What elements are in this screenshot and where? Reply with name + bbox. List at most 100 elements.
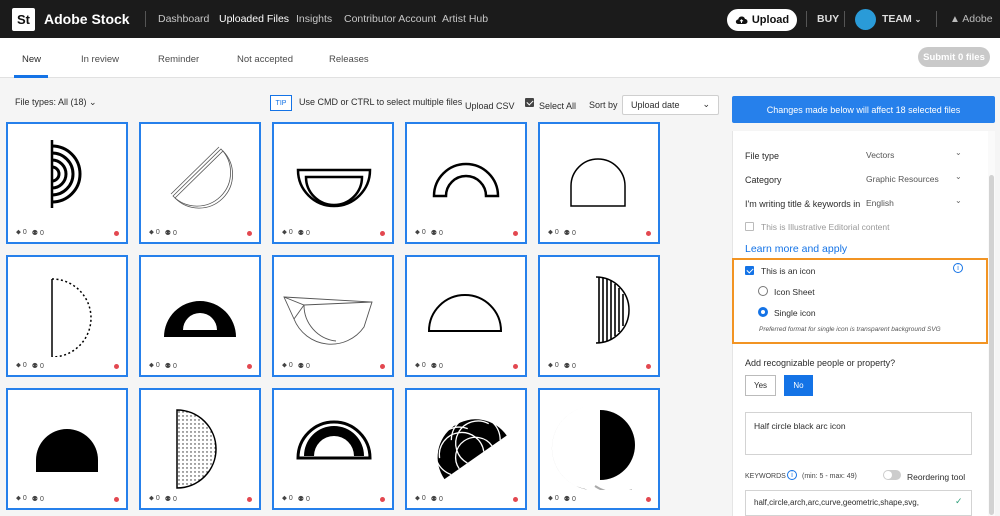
nav-insights[interactable]: Insights <box>296 13 332 25</box>
file-type-select[interactable]: Vectors <box>866 150 894 160</box>
keywords-input[interactable]: half,circle,arch,arc,curve,geometric,sha… <box>745 490 972 516</box>
title-textarea[interactable]: Half circle black arc icon <box>745 412 972 455</box>
file-tile[interactable]: ⬥ 0 ⚉ 0 <box>272 122 394 244</box>
chevron-down-icon[interactable]: ⌄ <box>955 196 962 205</box>
icon-sheet-radio[interactable] <box>758 286 768 296</box>
people-icon: ⚉ 0 <box>430 496 443 503</box>
outlined-bowl-icon <box>296 168 372 208</box>
people-yes-button[interactable]: Yes <box>745 375 776 396</box>
people-count: 0 <box>439 230 443 237</box>
people-question: Add recognizable people or property? <box>745 358 896 368</box>
language-select[interactable]: English <box>866 198 894 208</box>
reordering-toggle[interactable] <box>883 470 901 480</box>
team-menu[interactable]: TEAM ⌄ <box>882 13 921 25</box>
stock-logo[interactable]: St <box>12 8 35 31</box>
file-tile[interactable]: ⬥ 0 ⚉ 0 <box>272 388 394 510</box>
divider <box>145 11 146 27</box>
chevron-down-icon[interactable]: ⌄ <box>955 172 962 181</box>
tab-in-review[interactable]: In review <box>81 54 119 65</box>
tile-meta: ⬥ 0 ⚉ 0 <box>282 229 310 237</box>
nav-artist-hub[interactable]: Artist Hub <box>442 13 488 25</box>
status-dot <box>247 231 252 236</box>
tag-icon: ⬥ 0 <box>415 362 426 369</box>
active-tab-indicator <box>14 75 48 78</box>
status-dot <box>247 497 252 502</box>
upload-csv-link[interactable]: Upload CSV <box>465 101 515 111</box>
is-icon-checkbox[interactable] <box>745 266 754 275</box>
people-count: 0 <box>306 496 310 503</box>
people-icon: ⚉ 0 <box>31 363 44 370</box>
chevron-down-icon: ⌄ <box>89 97 97 107</box>
file-tile[interactable]: ⬥ 0 ⚉ 0 <box>405 255 527 377</box>
file-tile[interactable]: ⬥ 0 ⚉ 0 <box>538 388 660 510</box>
double-half-ring-icon <box>296 420 372 460</box>
editorial-checkbox[interactable] <box>745 222 754 231</box>
keywords-range: (min: 5 - max: 49) <box>802 473 857 480</box>
file-tile[interactable]: ⬥ 0 ⚉ 0 <box>6 255 128 377</box>
tag-icon: ⬥ 0 <box>548 229 559 236</box>
learn-more-link[interactable]: Learn more and apply <box>745 243 847 255</box>
file-types-dropdown[interactable]: File types: All (18) ⌄ <box>15 97 97 108</box>
people-icon: ⚉ 0 <box>297 363 310 370</box>
file-tile[interactable]: ⬥ 0 ⚉ 0 <box>272 255 394 377</box>
concentric-arcs-icon <box>50 140 82 208</box>
file-tile[interactable]: ⬥ 0 ⚉ 0 <box>405 388 527 510</box>
tile-meta: ⬥ 0 ⚉ 0 <box>415 495 443 503</box>
file-tile[interactable]: ⬥ 0 ⚉ 0 <box>6 122 128 244</box>
file-tile[interactable]: ⬥ 0 ⚉ 0 <box>538 255 660 377</box>
tag-count: 0 <box>288 229 293 236</box>
tag-icon: ⬥ 0 <box>282 495 293 502</box>
file-tile[interactable]: ⬥ 0 ⚉ 0 <box>538 122 660 244</box>
upload-button[interactable]: Upload <box>727 9 797 31</box>
file-tile[interactable]: ⬥ 0 ⚉ 0 <box>139 388 261 510</box>
tag-icon: ⬥ 0 <box>16 229 27 236</box>
people-icon: ⚉ 0 <box>430 230 443 237</box>
check-icon: ✓ <box>955 496 963 506</box>
chevron-down-icon[interactable]: ⌄ <box>955 148 962 157</box>
people-no-button[interactable]: No <box>784 375 813 396</box>
status-dot <box>513 231 518 236</box>
file-tile[interactable]: ⬥ 0 ⚉ 0 <box>139 255 261 377</box>
single-icon-radio[interactable] <box>758 307 768 317</box>
sort-select[interactable]: Upload date ⌄ <box>622 95 719 115</box>
tile-meta: ⬥ 0 ⚉ 0 <box>548 495 576 503</box>
category-select[interactable]: Graphic Resources <box>866 174 939 184</box>
info-icon[interactable]: i <box>787 470 797 480</box>
people-count: 0 <box>572 230 576 237</box>
tag-count: 0 <box>22 495 27 502</box>
people-icon: ⚉ 0 <box>164 496 177 503</box>
divider <box>806 11 807 27</box>
select-all-checkbox[interactable] <box>525 98 534 107</box>
tag-icon: ⬥ 0 <box>16 362 27 369</box>
buy-link[interactable]: BUY <box>817 13 839 25</box>
info-icon[interactable]: i <box>953 263 963 273</box>
half-circle-outline-icon <box>570 158 626 207</box>
status-dot <box>114 497 119 502</box>
file-types-label: File types: All (18) <box>15 97 87 107</box>
tag-count: 0 <box>421 229 426 236</box>
team-avatar[interactable] <box>855 9 876 30</box>
tab-releases[interactable]: Releases <box>329 54 369 65</box>
adobe-link[interactable]: ▲ Adobe <box>950 13 993 25</box>
tab-new[interactable]: New <box>22 54 41 65</box>
file-tile[interactable]: ⬥ 0 ⚉ 0 <box>139 122 261 244</box>
nav-uploaded-files[interactable]: Uploaded Files <box>219 13 289 25</box>
people-count: 0 <box>572 363 576 370</box>
tab-not-accepted[interactable]: Not accepted <box>237 54 293 65</box>
tag-icon: ⬥ 0 <box>149 229 160 236</box>
nav-dashboard[interactable]: Dashboard <box>158 13 209 25</box>
file-tile[interactable]: ⬥ 0 ⚉ 0 <box>405 122 527 244</box>
tag-icon: ⬥ 0 <box>282 229 293 236</box>
select-all-label[interactable]: Select All <box>539 101 576 111</box>
submit-files-button[interactable]: Submit 0 files <box>918 47 990 67</box>
icon-sheet-label: Icon Sheet <box>774 287 815 297</box>
people-icon: ⚉ 0 <box>563 496 576 503</box>
tab-reminder[interactable]: Reminder <box>158 54 199 65</box>
file-tile[interactable]: ⬥ 0 ⚉ 0 <box>6 388 128 510</box>
chevron-down-icon: ⌄ <box>914 15 922 24</box>
language-label: I'm writing title & keywords in <box>745 199 861 209</box>
brand-name[interactable]: Adobe Stock <box>44 11 130 27</box>
status-dot <box>380 231 385 236</box>
panel-scrollbar-thumb[interactable] <box>989 175 994 515</box>
nav-contributor-account[interactable]: Contributor Account <box>344 13 436 25</box>
